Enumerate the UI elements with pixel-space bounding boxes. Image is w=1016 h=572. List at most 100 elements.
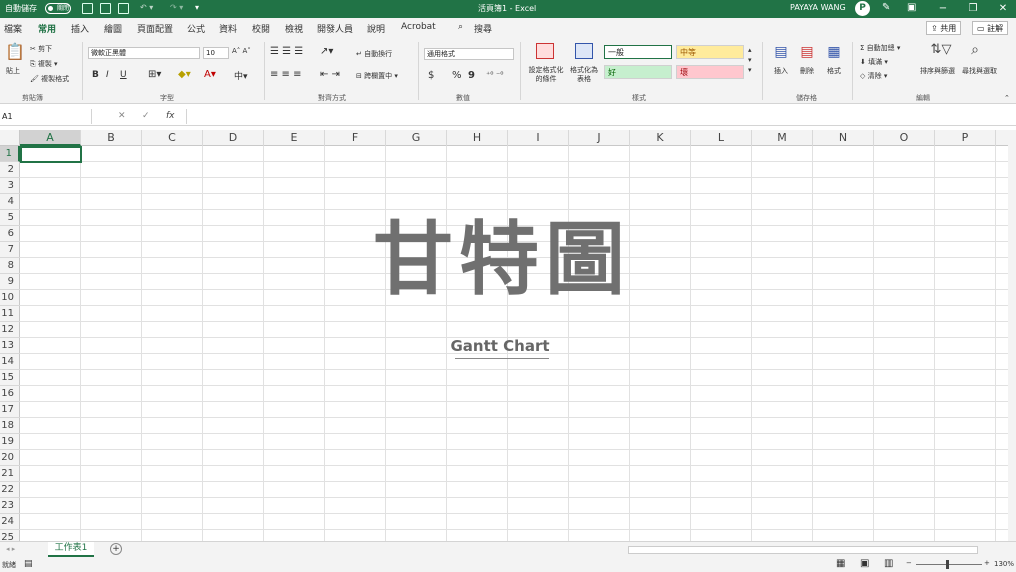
- row-header-4[interactable]: 4: [0, 194, 20, 210]
- column-header-e[interactable]: E: [264, 130, 325, 146]
- underline-button[interactable]: U: [120, 70, 127, 80]
- format-painter-button[interactable]: 🖌 複製格式: [30, 74, 69, 84]
- ribbon-display-icon[interactable]: ▣: [907, 2, 916, 13]
- delete-cells-icon[interactable]: ▤: [797, 44, 817, 60]
- row-header-2[interactable]: 2: [0, 162, 20, 178]
- tab-insert[interactable]: 插入: [71, 22, 89, 35]
- row-header-10[interactable]: 10: [0, 290, 20, 306]
- column-header-a[interactable]: A: [20, 130, 81, 146]
- conditional-format-button[interactable]: 設定格式化的條件: [526, 66, 566, 84]
- row-header-8[interactable]: 8: [0, 258, 20, 274]
- share-button[interactable]: ⇪ 共用: [926, 21, 962, 35]
- column-header-o[interactable]: O: [874, 130, 935, 146]
- column-header-m[interactable]: M: [752, 130, 813, 146]
- accessibility-icon[interactable]: ▤: [24, 559, 33, 569]
- row-header-14[interactable]: 14: [0, 354, 20, 370]
- save-icon[interactable]: [82, 3, 93, 14]
- column-header-d[interactable]: D: [203, 130, 264, 146]
- tab-review[interactable]: 校閱: [252, 22, 270, 35]
- undo-icon[interactable]: ↶ ▾: [140, 3, 153, 12]
- number-format-select[interactable]: 通用格式: [424, 48, 514, 60]
- insert-cells-button[interactable]: 插入: [774, 66, 788, 76]
- formula-input[interactable]: [186, 109, 1006, 124]
- insert-cells-icon[interactable]: ▤: [771, 44, 791, 60]
- autosave-toggle[interactable]: 關閉: [45, 3, 71, 14]
- column-header-j[interactable]: J: [569, 130, 630, 146]
- autosum-button[interactable]: Σ 自動加總 ▾: [860, 43, 900, 53]
- row-header-11[interactable]: 11: [0, 306, 20, 322]
- row-header-20[interactable]: 20: [0, 450, 20, 466]
- column-header-b[interactable]: B: [81, 130, 142, 146]
- user-name[interactable]: PAYAYA WANG: [790, 3, 846, 12]
- orientation-icon[interactable]: ↗▾: [320, 46, 333, 57]
- active-cell-a1[interactable]: [20, 146, 82, 163]
- format-cells-icon[interactable]: ▦: [824, 44, 844, 60]
- row-header-7[interactable]: 7: [0, 242, 20, 258]
- row-header-22[interactable]: 22: [0, 482, 20, 498]
- sheet-tab[interactable]: 工作表1: [48, 542, 94, 557]
- customize-qa-icon[interactable]: ▾: [195, 3, 199, 12]
- align-left-icon[interactable]: ≡ ≡ ≡: [270, 69, 302, 80]
- zoom-level[interactable]: 130%: [994, 560, 1014, 568]
- zoom-out-button[interactable]: −: [906, 559, 912, 567]
- pen-icon[interactable]: ✎: [882, 2, 890, 13]
- align-top-icon[interactable]: ☰ ☰ ☰: [270, 46, 303, 57]
- tab-file[interactable]: 檔案: [4, 22, 22, 35]
- tab-view[interactable]: 檢視: [285, 22, 303, 35]
- decimal-icon[interactable]: ⁺⁰ ⁻⁰: [486, 70, 503, 79]
- row-header-16[interactable]: 16: [0, 386, 20, 402]
- percent-button[interactable]: %: [452, 70, 462, 81]
- italic-button[interactable]: I: [106, 70, 109, 80]
- select-all-button[interactable]: [0, 130, 20, 146]
- horizontal-scrollbar[interactable]: [628, 546, 978, 554]
- fill-button[interactable]: ⬇ 填滿 ▾: [860, 57, 888, 67]
- merge-center-button[interactable]: ⊟ 跨欄置中 ▾: [356, 71, 398, 81]
- tab-developer[interactable]: 開發人員: [317, 22, 353, 35]
- row-header-17[interactable]: 17: [0, 402, 20, 418]
- delete-cells-button[interactable]: 刪除: [800, 66, 814, 76]
- add-sheet-button[interactable]: +: [110, 543, 122, 555]
- comments-button[interactable]: ▭ 註解: [972, 21, 1009, 35]
- enter-icon[interactable]: ✓: [142, 111, 150, 121]
- paste-icon[interactable]: 📋: [4, 42, 26, 61]
- column-header-n[interactable]: N: [813, 130, 874, 146]
- minimize-button[interactable]: −: [934, 1, 952, 17]
- insert-function-icon[interactable]: fx: [166, 111, 175, 121]
- cut-button[interactable]: ✂ 剪下: [30, 44, 52, 54]
- name-box[interactable]: A1: [0, 109, 92, 124]
- column-header-f[interactable]: F: [325, 130, 386, 146]
- row-header-23[interactable]: 23: [0, 498, 20, 514]
- copy-button[interactable]: ⎘ 複製 ▾: [30, 59, 58, 69]
- conditional-format-icon[interactable]: [536, 43, 554, 59]
- form-icon[interactable]: [100, 3, 111, 14]
- column-header-h[interactable]: H: [447, 130, 508, 146]
- format-cells-button[interactable]: 格式: [827, 66, 841, 76]
- paste-button[interactable]: 貼上: [6, 66, 20, 76]
- sheet-nav-icon[interactable]: ◂ ▸: [6, 545, 15, 553]
- zoom-slider-thumb[interactable]: [946, 560, 949, 569]
- sort-filter-button[interactable]: 排序與篩選: [920, 66, 955, 76]
- wrap-text-button[interactable]: ↵ 自動換行: [356, 49, 392, 59]
- tab-formulas[interactable]: 公式: [187, 22, 205, 35]
- style-bad[interactable]: 壞: [676, 65, 744, 79]
- row-header-9[interactable]: 9: [0, 274, 20, 290]
- search-icon[interactable]: ⌕: [458, 22, 463, 32]
- close-button[interactable]: ✕: [994, 1, 1012, 17]
- restore-button[interactable]: ❐: [964, 1, 982, 17]
- style-neutral[interactable]: 中等: [676, 45, 744, 59]
- fill-color-icon[interactable]: ◆▾: [178, 69, 191, 80]
- row-header-12[interactable]: 12: [0, 322, 20, 338]
- tab-help[interactable]: 說明: [367, 22, 385, 35]
- tab-data[interactable]: 資料: [219, 22, 237, 35]
- borders-icon[interactable]: ⊞▾: [148, 69, 161, 80]
- style-good[interactable]: 好: [604, 65, 672, 79]
- font-size-select[interactable]: 10: [203, 47, 229, 59]
- row-header-18[interactable]: 18: [0, 418, 20, 434]
- row-header-13[interactable]: 13: [0, 338, 20, 354]
- collapse-ribbon-icon[interactable]: ⌃: [1004, 94, 1010, 102]
- touch-mode-icon[interactable]: [118, 3, 129, 14]
- indent-icon[interactable]: ⇤ ⇥: [320, 69, 340, 80]
- row-header-19[interactable]: 19: [0, 434, 20, 450]
- vertical-scrollbar[interactable]: [1008, 130, 1016, 541]
- column-header-k[interactable]: K: [630, 130, 691, 146]
